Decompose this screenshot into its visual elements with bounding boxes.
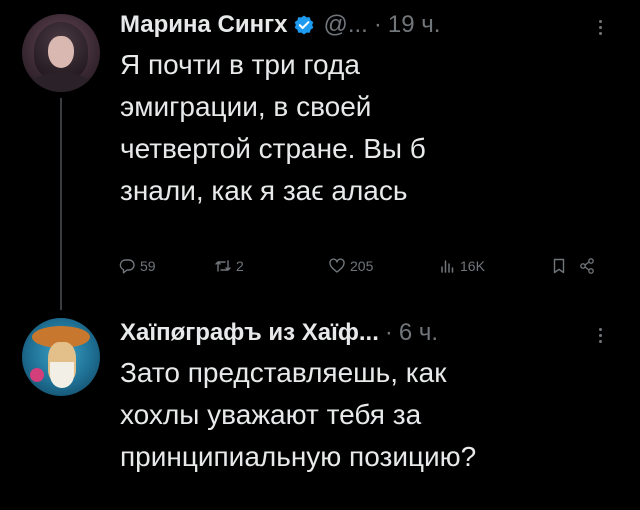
bookmark-button[interactable] [550,252,568,280]
views-count: 16K [460,258,485,274]
post-header: Хаїпøграфъ из Хаїф... · 6 ч. [120,316,438,350]
like-icon [328,257,346,275]
views-icon [438,257,456,275]
share-button[interactable] [578,252,596,280]
author-handle[interactable]: @... [323,11,367,39]
reply-icon [118,257,136,275]
more-icon[interactable] [590,14,610,40]
repost-count: 2 [236,258,244,274]
author-name[interactable]: Хаїпøграфъ из Хаїф... [120,319,379,347]
bookmark-icon [550,257,568,275]
like-button[interactable]: 205 [328,252,373,280]
avatar-beard [50,362,74,388]
verified-badge-icon [293,14,315,36]
like-count: 205 [350,258,373,274]
tweet-reply: Хаїпøграфъ из Хаїф... · 6 ч. Зато предст… [0,300,640,510]
separator-dot: · [374,11,382,39]
post-text: Я почти в три года эмиграции, в своей че… [120,44,630,212]
share-icon [578,257,596,275]
avatar-face [48,36,74,68]
post-text: Зато представляешь, как хохлы уважают те… [120,352,630,478]
author-name[interactable]: Марина Сингх [120,11,287,39]
thread-line [60,98,62,310]
avatar[interactable] [22,318,100,396]
post-time[interactable]: 19 ч. [388,11,441,39]
post-header: Марина Сингх @... · 19 ч. [120,8,440,42]
views-button[interactable]: 16K [438,252,485,280]
tweet-post: Марина Сингх @... · 19 ч. Я почти в три … [0,0,640,300]
avatar[interactable] [22,14,100,92]
repost-button[interactable]: 2 [214,252,244,280]
avatar-accent [30,368,44,382]
more-icon[interactable] [590,322,610,348]
action-bar: 59 2 205 16K [118,252,618,280]
repost-icon [214,257,232,275]
avatar-shoulders [26,72,96,92]
post-time[interactable]: 6 ч. [399,319,438,347]
separator-dot: · [385,319,393,347]
reply-count: 59 [140,258,156,274]
reply-button[interactable]: 59 [118,252,156,280]
